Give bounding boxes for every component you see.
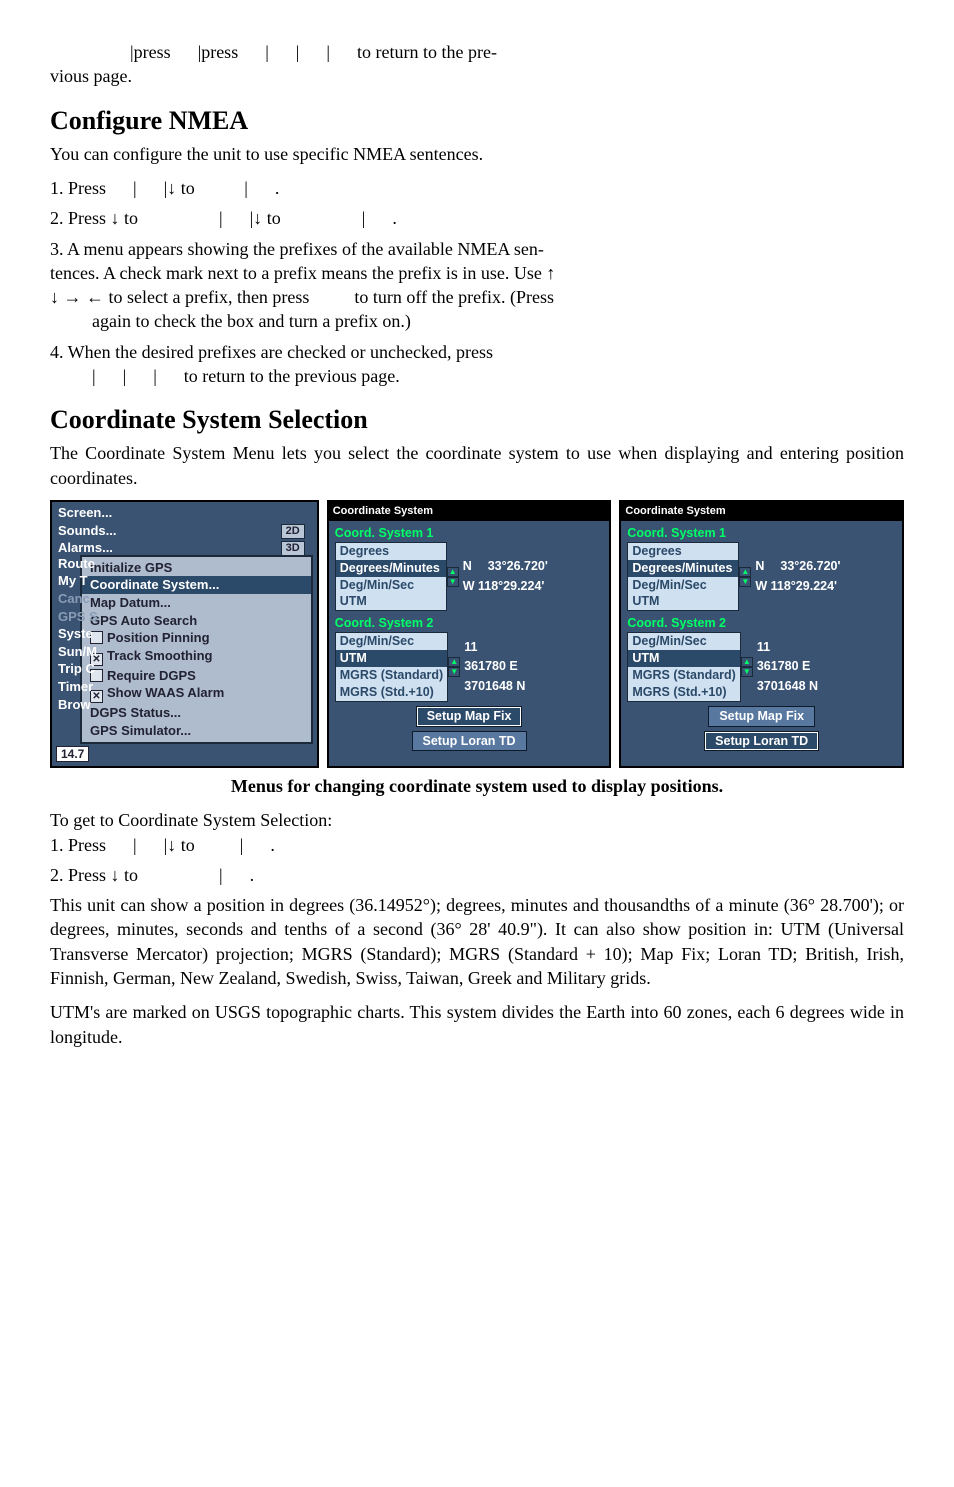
submenu-item[interactable]: Position Pinning: [82, 629, 311, 647]
screenshot-row: Screen... 2DSounds... 3DAlarms... Route …: [50, 500, 904, 768]
panel-title: Coordinate System: [329, 502, 610, 521]
menu-item: Canc: [52, 590, 104, 608]
body-para-1: This unit can show a position in degrees…: [50, 893, 904, 990]
menu-item[interactable]: 2DSounds...: [52, 522, 317, 540]
menu-item[interactable]: Sun/M: [52, 643, 104, 661]
setup-map-fix-button[interactable]: Setup Map Fix: [708, 706, 815, 727]
coord-desc: The Coordinate System Menu lets you sele…: [50, 441, 904, 490]
menu-item[interactable]: My T: [52, 572, 104, 590]
section-label: Coord. System 2: [627, 615, 896, 632]
nmea-step-3a: 3. A menu appears showing the prefixes o…: [50, 237, 904, 261]
bottom-number: 14.7: [56, 746, 89, 762]
submenu-item[interactable]: DGPS Status...: [82, 704, 311, 722]
coord-sys1-list[interactable]: Degrees Degrees/Minutes Deg/Min/Sec UTM: [335, 542, 447, 612]
nmea-desc: You can configure the unit to use specif…: [50, 142, 904, 166]
figure-caption: Menus for changing coordinate system use…: [50, 774, 904, 798]
lon-value: W 118°29.224': [463, 577, 548, 596]
utm-easting: 361780 E: [757, 657, 818, 676]
utm-zone: 11: [464, 638, 525, 657]
submenu-item[interactable]: Map Datum...: [82, 594, 311, 612]
menu-item[interactable]: Syste: [52, 625, 104, 643]
nmea-step-3c: ↓ → ← to select a prefix, then press to …: [50, 285, 904, 309]
utm-zone: 11: [757, 638, 818, 657]
section-label: Coord. System 1: [627, 525, 896, 542]
nmea-step-1: 1. Press | |↓ to | .: [50, 176, 904, 200]
submenu-item[interactable]: Initialize GPS: [82, 559, 311, 577]
submenu-item[interactable]: Require DGPS: [82, 667, 311, 685]
lat-value: N 33°26.720': [463, 557, 548, 576]
cs-step-2: 2. Press ↓ to | .: [50, 863, 904, 887]
intro-text-2: vious page.: [50, 64, 904, 88]
submenu-item[interactable]: GPS Auto Search: [82, 612, 311, 630]
nmea-step-4b: | | | to return to the previous page.: [50, 364, 904, 388]
lon-value: W 118°29.224': [755, 577, 840, 596]
heading-configure-nmea: Configure NMEA: [50, 103, 904, 138]
menu-item[interactable]: Trip C: [52, 660, 104, 678]
setup-loran-button[interactable]: Setup Loran TD: [704, 731, 819, 752]
body-para-2: UTM's are marked on USGS topographic cha…: [50, 1000, 904, 1049]
coord-sys1-list[interactable]: Degrees Degrees/Minutes Deg/Min/Sec UTM: [627, 542, 739, 612]
gps-menu-screenshot: Screen... 2DSounds... 3DAlarms... Route …: [50, 500, 319, 768]
to-get-text: To get to Coordinate System Selection:: [50, 808, 904, 832]
badge-2d: 2D: [281, 524, 305, 539]
utm-northing: 3701648 N: [464, 677, 525, 696]
submenu-item-selected[interactable]: Coordinate System...: [82, 576, 311, 594]
utm-easting: 361780 E: [464, 657, 525, 676]
nmea-step-4a: 4. When the desired prefixes are checked…: [50, 340, 904, 364]
submenu-item[interactable]: Track Smoothing: [82, 647, 311, 667]
nmea-step-2: 2. Press ↓ to | |↓ to | .: [50, 206, 904, 230]
section-label: Coord. System 1: [335, 525, 604, 542]
utm-northing: 3701648 N: [757, 677, 818, 696]
heading-coord-system: Coordinate System Selection: [50, 402, 904, 437]
coord-sys2-list[interactable]: Deg/Min/Sec UTM MGRS (Standard) MGRS (St…: [335, 632, 448, 702]
gps-submenu: Initialize GPS Coordinate System... Map …: [80, 555, 313, 744]
menu-item[interactable]: Screen...: [52, 504, 317, 522]
section-label: Coord. System 2: [335, 615, 604, 632]
lat-value: N 33°26.720': [755, 557, 840, 576]
menu-item[interactable]: Brow: [52, 696, 104, 714]
coord-panel-2: Coordinate System Coord. System 1 Degree…: [619, 500, 904, 768]
nmea-step-3b: tences. A check mark next to a prefix me…: [50, 261, 904, 285]
submenu-item[interactable]: GPS Simulator...: [82, 722, 311, 740]
coord-sys2-list[interactable]: Deg/Min/Sec UTM MGRS (Standard) MGRS (St…: [627, 632, 740, 702]
cs-step-1: 1. Press | |↓ to | .: [50, 833, 904, 857]
nmea-step-3d: again to check the box and turn a prefix…: [50, 309, 904, 333]
submenu-item[interactable]: Show WAAS Alarm: [82, 684, 311, 704]
intro-text-1: |press |press | | | to return to the pre…: [50, 40, 904, 64]
menu-item: GPS S: [52, 608, 104, 626]
coord-panel-1: Coordinate System Coord. System 1 Degree…: [327, 500, 612, 768]
menu-item[interactable]: Route: [52, 555, 104, 573]
setup-loran-button[interactable]: Setup Loran TD: [412, 731, 527, 752]
panel-title: Coordinate System: [621, 502, 902, 521]
setup-map-fix-button[interactable]: Setup Map Fix: [416, 706, 523, 727]
menu-item[interactable]: Timer: [52, 678, 104, 696]
